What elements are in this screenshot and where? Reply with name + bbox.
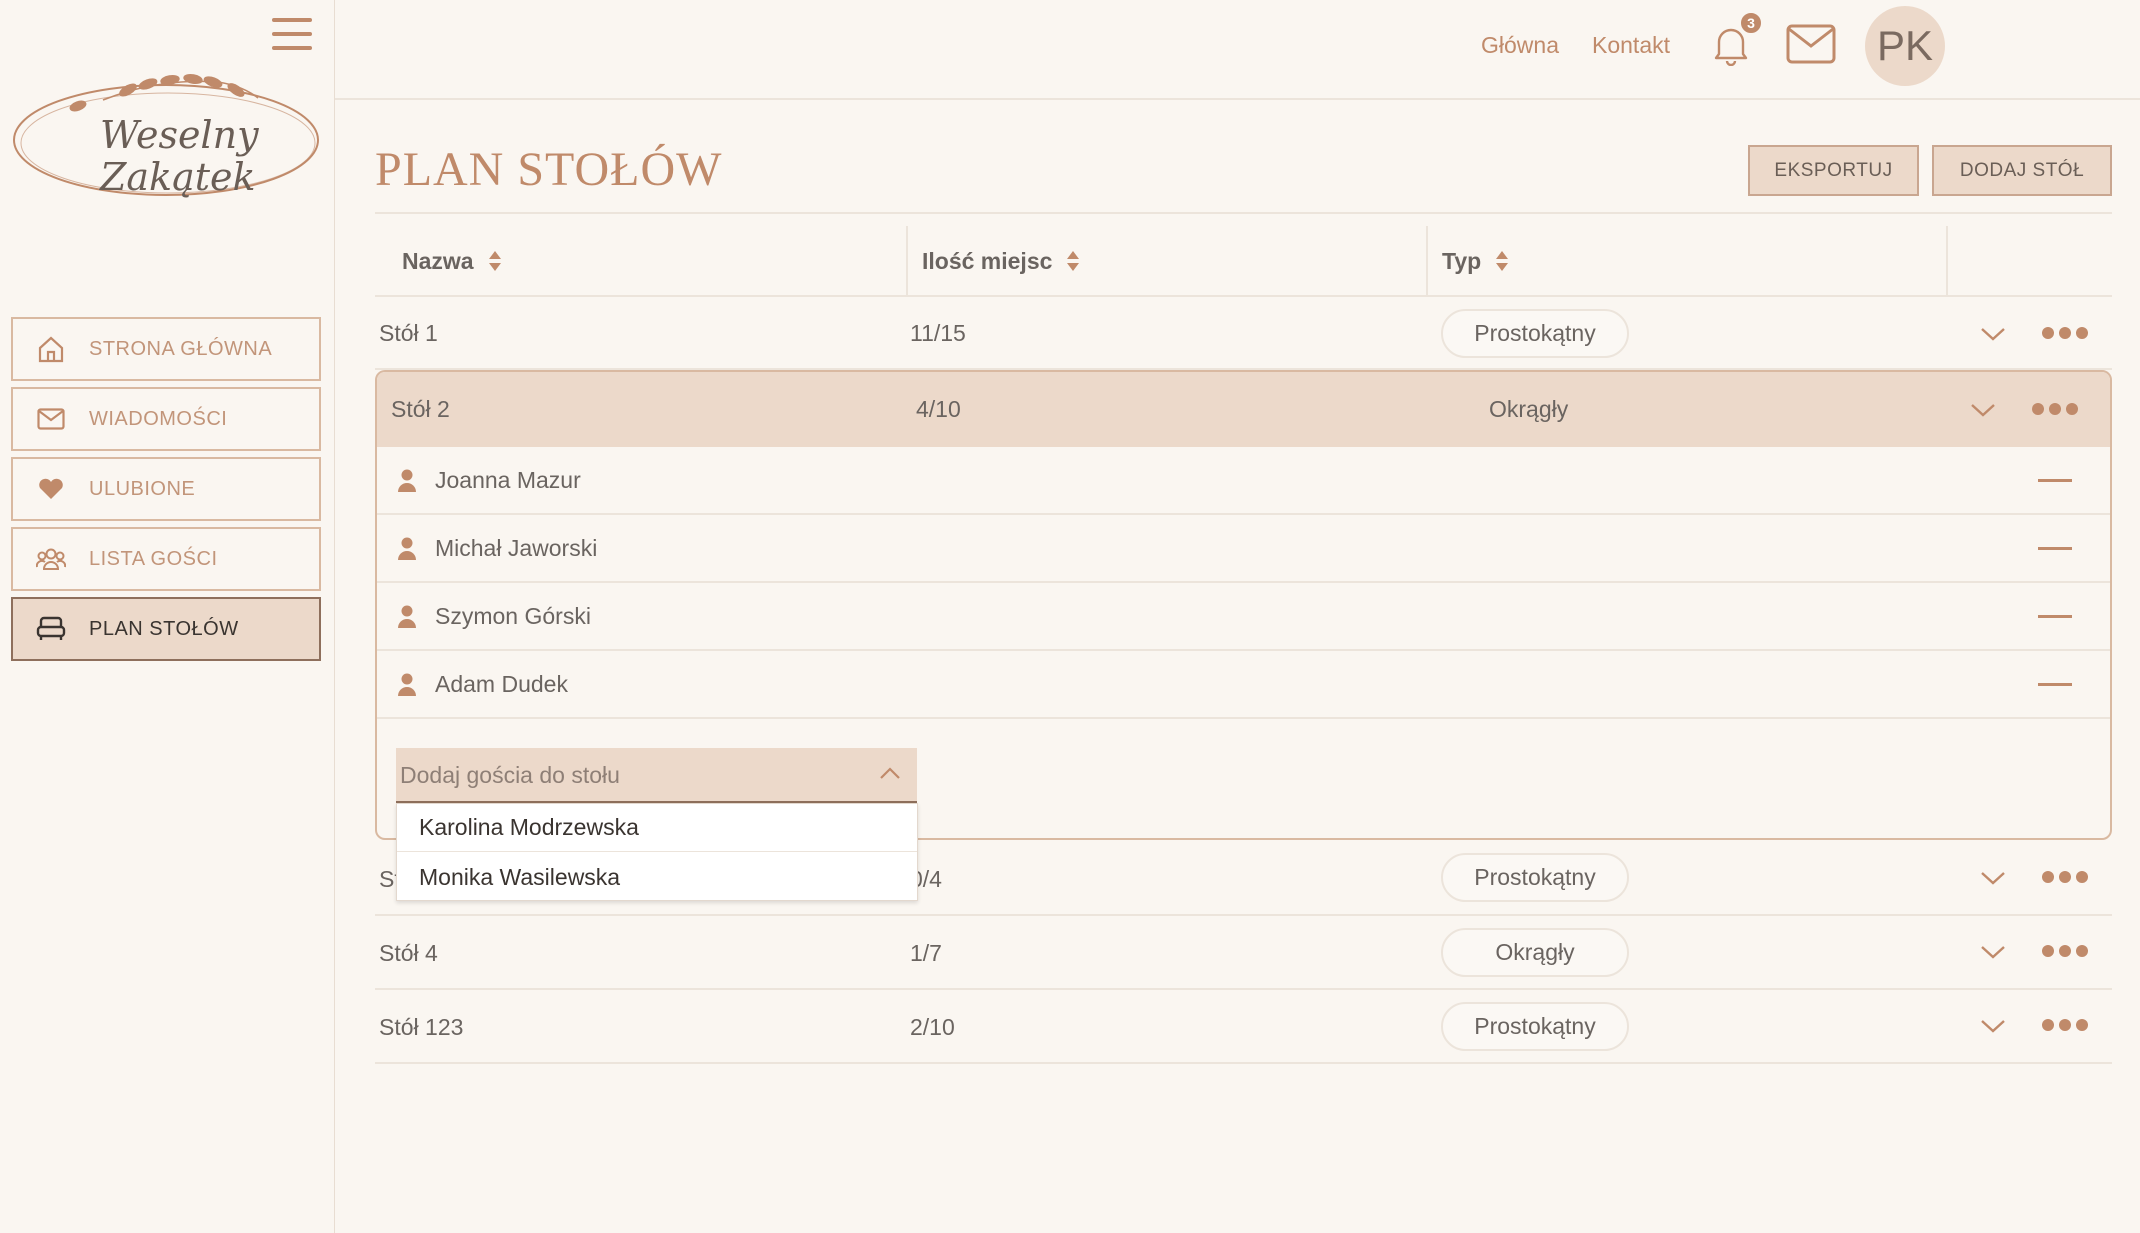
menu-toggle-icon[interactable] bbox=[272, 18, 312, 50]
chevron-up-icon bbox=[880, 767, 900, 779]
table-row[interactable]: Stół 2 4/10 Okrągły bbox=[377, 372, 2110, 447]
sidebar-item-label: WIADOMOŚCI bbox=[89, 407, 228, 430]
chevron-down-icon[interactable] bbox=[1980, 870, 2006, 886]
chevron-down-icon[interactable] bbox=[1970, 402, 1996, 418]
table-name: Stół 2 bbox=[391, 396, 450, 422]
mail-icon[interactable] bbox=[1786, 24, 1836, 64]
chevron-down-icon[interactable] bbox=[1980, 1018, 2006, 1034]
dropdown-option[interactable]: Monika Wasilewska bbox=[397, 853, 917, 901]
logo-line-1: Weselny bbox=[100, 113, 259, 157]
divider bbox=[375, 212, 2112, 214]
sidebar-item-label: ULUBIONE bbox=[89, 477, 196, 500]
guest-dropdown: Karolina Modrzewska Monika Wasilewska bbox=[396, 803, 918, 901]
table-name: Stół 1 bbox=[379, 320, 438, 346]
page-title: PLAN STOŁÓW bbox=[375, 143, 723, 196]
type-pill: Prostokątny bbox=[1441, 309, 1629, 358]
person-icon bbox=[398, 673, 416, 696]
avatar[interactable]: PK bbox=[1865, 6, 1945, 86]
person-icon bbox=[398, 605, 416, 628]
column-header-seats[interactable]: Ilość miejsc bbox=[922, 226, 1080, 296]
home-icon bbox=[35, 333, 67, 365]
sidebar-item-label: LISTA GOŚCI bbox=[89, 547, 218, 570]
sidebar-item-guest-list[interactable]: LISTA GOŚCI bbox=[11, 527, 321, 591]
remove-guest-icon[interactable] bbox=[2038, 479, 2072, 482]
notification-badge: 3 bbox=[1739, 11, 1763, 35]
divider bbox=[375, 914, 2112, 916]
guest-row: Michał Jaworski bbox=[377, 515, 2110, 583]
guest-name: Szymon Górski bbox=[435, 603, 591, 629]
sort-icon bbox=[1496, 251, 1509, 271]
sidebar-item-label: STRONA GŁÓWNA bbox=[89, 337, 273, 360]
table-seats: 4/10 bbox=[916, 396, 961, 422]
users-icon bbox=[35, 543, 67, 575]
more-options-icon[interactable] bbox=[2042, 871, 2088, 885]
more-options-icon[interactable] bbox=[2032, 403, 2078, 417]
guest-name: Michał Jaworski bbox=[435, 535, 598, 561]
heart-icon bbox=[35, 473, 67, 505]
column-header-name[interactable]: Nazwa bbox=[402, 226, 502, 296]
sidebar-item-table-plan[interactable]: PLAN STOŁÓW bbox=[11, 597, 321, 661]
column-header-label: Ilość miejsc bbox=[922, 247, 1053, 274]
table-seats: 11/15 bbox=[910, 320, 966, 346]
table-type: Okrągły bbox=[1489, 396, 1569, 422]
table-seats: 2/10 bbox=[910, 1014, 955, 1040]
add-table-button[interactable]: DODAJ STÓŁ bbox=[1932, 145, 2112, 196]
brand-logo[interactable]: Weselny Zakątek bbox=[8, 68, 326, 218]
add-guest-select[interactable]: Dodaj gościa do stołu bbox=[396, 748, 917, 803]
sidebar-item-home[interactable]: STRONA GŁÓWNA bbox=[11, 317, 321, 381]
guest-row: Joanna Mazur bbox=[377, 447, 2110, 515]
divider bbox=[375, 988, 2112, 990]
chevron-down-icon[interactable] bbox=[1980, 326, 2006, 342]
chevron-down-icon[interactable] bbox=[1980, 944, 2006, 960]
sidebar: Weselny Zakątek STRONA GŁÓWNA WIADOMOŚCI… bbox=[0, 0, 335, 1233]
divider bbox=[375, 1062, 2112, 1064]
mail-icon bbox=[35, 403, 67, 435]
more-options-icon[interactable] bbox=[2042, 1019, 2088, 1033]
column-separator bbox=[1946, 226, 1948, 296]
more-options-icon[interactable] bbox=[2042, 945, 2088, 959]
type-pill: Prostokątny bbox=[1441, 1002, 1629, 1051]
add-guest-placeholder: Dodaj gościa do stołu bbox=[400, 762, 620, 788]
column-header-type[interactable]: Typ bbox=[1442, 226, 1509, 296]
sort-icon bbox=[1067, 251, 1080, 271]
column-separator bbox=[906, 226, 908, 296]
sidebar-item-favorites[interactable]: ULUBIONE bbox=[11, 457, 321, 521]
logo-line-2: Zakątek bbox=[99, 155, 256, 199]
guest-name: Joanna Mazur bbox=[435, 467, 581, 493]
guest-row: Szymon Górski bbox=[377, 583, 2110, 651]
remove-guest-icon[interactable] bbox=[2038, 547, 2072, 550]
guest-row: Adam Dudek bbox=[377, 651, 2110, 719]
table-name: Stół 123 bbox=[379, 1014, 464, 1040]
nav-link-home[interactable]: Główna bbox=[1481, 32, 1559, 59]
nav-link-contact[interactable]: Kontakt bbox=[1592, 32, 1670, 59]
dropdown-option[interactable]: Karolina Modrzewska bbox=[397, 804, 917, 852]
table-seats: 1/7 bbox=[910, 940, 942, 966]
remove-guest-icon[interactable] bbox=[2038, 615, 2072, 618]
column-header-label: Nazwa bbox=[402, 247, 474, 274]
divider bbox=[375, 295, 2112, 297]
remove-guest-icon[interactable] bbox=[2038, 683, 2072, 686]
guest-name: Adam Dudek bbox=[435, 671, 568, 697]
more-options-icon[interactable] bbox=[2042, 327, 2088, 341]
person-icon bbox=[398, 537, 416, 560]
type-pill: Prostokątny bbox=[1441, 853, 1629, 902]
column-header-label: Typ bbox=[1442, 247, 1482, 274]
column-separator bbox=[1426, 226, 1428, 296]
table-name: Stół 4 bbox=[379, 940, 438, 966]
sofa-icon bbox=[35, 613, 67, 645]
sidebar-item-messages[interactable]: WIADOMOŚCI bbox=[11, 387, 321, 451]
person-icon bbox=[398, 469, 416, 492]
export-button[interactable]: EKSPORTUJ bbox=[1748, 145, 1919, 196]
sidebar-item-label: PLAN STOŁÓW bbox=[89, 617, 239, 640]
sort-icon bbox=[488, 251, 501, 271]
type-pill: Okrągły bbox=[1441, 928, 1629, 977]
